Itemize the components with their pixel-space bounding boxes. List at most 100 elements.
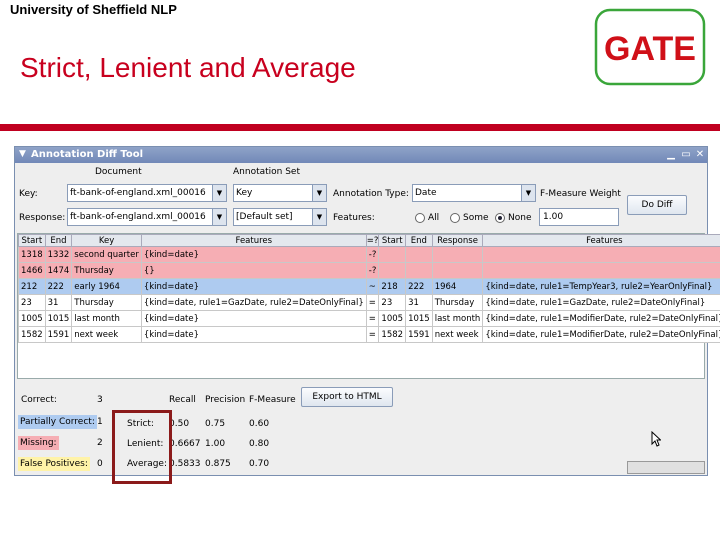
table-row[interactable]: 1318 1332 second quarter {kind=date} -? bbox=[18, 246, 720, 263]
gate-logo: GATE bbox=[594, 8, 706, 86]
maximize-icon[interactable]: ▭ bbox=[680, 148, 692, 161]
table-row[interactable]: 1582 1591 next week {kind=date} = 1582 1… bbox=[18, 326, 720, 343]
window-titlebar[interactable]: ▼ Annotation Diff Tool ▁ ▭ ✕ bbox=[15, 147, 707, 163]
progress-bar bbox=[627, 461, 705, 474]
slide-header: University of Sheffield NLP bbox=[10, 2, 177, 17]
minimize-icon[interactable]: ▁ bbox=[665, 148, 677, 161]
response-set-select[interactable]: [Default set] ▼ bbox=[233, 208, 327, 226]
strict-precision: 0.75 bbox=[205, 419, 226, 429]
table-cell: -? bbox=[365, 262, 380, 279]
table-cell bbox=[405, 262, 433, 279]
features-all-label: All bbox=[428, 213, 440, 223]
table-cell: {kind=date, rule1=TempYear3, rule2=YearO… bbox=[482, 278, 720, 295]
features-none-label: None bbox=[508, 213, 532, 223]
table-cell: {kind=date, rule1=GazDate, rule2=DateOnl… bbox=[482, 294, 720, 311]
recall-column-label: Recall bbox=[169, 395, 196, 405]
table-cell: = bbox=[365, 326, 380, 343]
table-cell: 218 bbox=[378, 278, 407, 295]
table-cell: = bbox=[365, 310, 380, 327]
table-row[interactable]: 23 31 Thursday {kind=date, rule1=GazDate… bbox=[18, 294, 720, 311]
table-cell: 212 bbox=[18, 278, 46, 295]
table-cell: {kind=date, rule1=GazDate, rule2=DateOnl… bbox=[140, 294, 367, 311]
response-set-value: [Default set] bbox=[236, 212, 293, 222]
table-cell bbox=[405, 246, 433, 263]
highlight-box bbox=[112, 410, 172, 484]
table-row[interactable]: 212 222 early 1964 {kind=date} ~ 218 222… bbox=[18, 278, 720, 295]
table-cell: second quarter bbox=[71, 246, 142, 263]
table-cell: 1964 bbox=[431, 278, 484, 295]
collapse-triangle-icon[interactable]: ▼ bbox=[19, 149, 26, 159]
features-all-radio[interactable] bbox=[415, 213, 425, 223]
column-header[interactable]: =? bbox=[365, 234, 380, 247]
column-header[interactable]: Key bbox=[71, 234, 142, 247]
table-cell bbox=[482, 262, 720, 279]
table-cell: 1582 bbox=[18, 326, 46, 343]
false-positives-label: False Positives: bbox=[18, 457, 90, 471]
column-header[interactable]: Response bbox=[431, 234, 484, 247]
lenient-precision: 1.00 bbox=[205, 439, 226, 449]
chevron-down-icon: ▼ bbox=[312, 209, 326, 225]
lenient-fmeasure: 0.80 bbox=[249, 439, 270, 449]
fmeasure-weight-input[interactable]: 1.00 bbox=[539, 208, 619, 226]
table-cell: 1015 bbox=[405, 310, 433, 327]
table-cell bbox=[431, 262, 484, 279]
table-cell: 222 bbox=[44, 278, 73, 295]
column-header[interactable]: End bbox=[405, 234, 433, 247]
table-cell: 1582 bbox=[378, 326, 407, 343]
annotation-type-label: Annotation Type: bbox=[333, 189, 409, 199]
features-none-radio[interactable] bbox=[495, 213, 505, 223]
strict-recall: 0.50 bbox=[169, 419, 190, 429]
table-cell: Thursday bbox=[431, 294, 484, 311]
table-cell: 1591 bbox=[405, 326, 433, 343]
table-row[interactable]: 1005 1015 last month {kind=date} = 1005 … bbox=[18, 310, 720, 327]
column-header[interactable]: Features bbox=[482, 234, 720, 247]
features-some-radio[interactable] bbox=[450, 213, 460, 223]
key-document-select[interactable]: ft-bank-of-england.xml_00016 ▼ bbox=[67, 184, 227, 202]
partial-correct-label: Partially Correct: bbox=[18, 415, 97, 429]
key-label: Key: bbox=[19, 189, 38, 199]
table-cell: {kind=date} bbox=[140, 246, 367, 263]
table-cell: Thursday bbox=[71, 262, 142, 279]
response-document-select[interactable]: ft-bank-of-england.xml_00016 ▼ bbox=[67, 208, 227, 226]
key-set-select[interactable]: Key ▼ bbox=[233, 184, 327, 202]
export-html-button[interactable]: Export to HTML bbox=[301, 387, 393, 407]
table-cell: 1005 bbox=[18, 310, 46, 327]
key-document-value: ft-bank-of-england.xml_00016 bbox=[70, 188, 206, 198]
document-column-label: Document bbox=[95, 167, 142, 177]
table-cell: 1466 bbox=[18, 262, 46, 279]
table-cell: ~ bbox=[365, 278, 380, 295]
table-cell: 1005 bbox=[378, 310, 407, 327]
table-cell: {kind=date} bbox=[140, 310, 367, 327]
diff-table-panel: Start End Key Features =? Start End Resp… bbox=[17, 233, 720, 379]
chevron-down-icon: ▼ bbox=[312, 185, 326, 201]
column-header[interactable]: Start bbox=[378, 234, 407, 247]
column-header[interactable]: Start bbox=[18, 234, 46, 247]
table-cell: 31 bbox=[44, 294, 73, 311]
table-cell: 1332 bbox=[44, 246, 73, 263]
average-fmeasure: 0.70 bbox=[249, 459, 270, 469]
features-some-label: Some bbox=[463, 213, 489, 223]
table-cell: = bbox=[365, 294, 380, 311]
diff-table: Start End Key Features =? Start End Resp… bbox=[18, 234, 720, 343]
fmeasure-column-label: F-Measure bbox=[249, 395, 296, 405]
table-cell: 1318 bbox=[18, 246, 46, 263]
correct-label: Correct: bbox=[21, 395, 57, 405]
missing-count: 2 bbox=[97, 438, 103, 448]
mouse-pointer-icon bbox=[651, 431, 661, 447]
column-header[interactable]: Features bbox=[140, 234, 367, 247]
close-icon[interactable]: ✕ bbox=[694, 148, 706, 161]
table-row[interactable]: 1466 1474 Thursday {} -? bbox=[18, 262, 720, 279]
annotation-type-select[interactable]: Date ▼ bbox=[412, 184, 536, 202]
do-diff-button[interactable]: Do Diff bbox=[627, 195, 687, 215]
partial-correct-count: 1 bbox=[97, 417, 103, 427]
response-label: Response: bbox=[19, 213, 66, 223]
annotation-type-value: Date bbox=[415, 188, 437, 198]
table-cell bbox=[431, 246, 484, 263]
table-cell: Thursday bbox=[71, 294, 142, 311]
table-cell: {} bbox=[140, 262, 367, 279]
table-cell bbox=[378, 246, 407, 263]
average-precision: 0.875 bbox=[205, 459, 231, 469]
key-set-value: Key bbox=[236, 188, 253, 198]
table-cell: 222 bbox=[405, 278, 433, 295]
column-header[interactable]: End bbox=[44, 234, 73, 247]
